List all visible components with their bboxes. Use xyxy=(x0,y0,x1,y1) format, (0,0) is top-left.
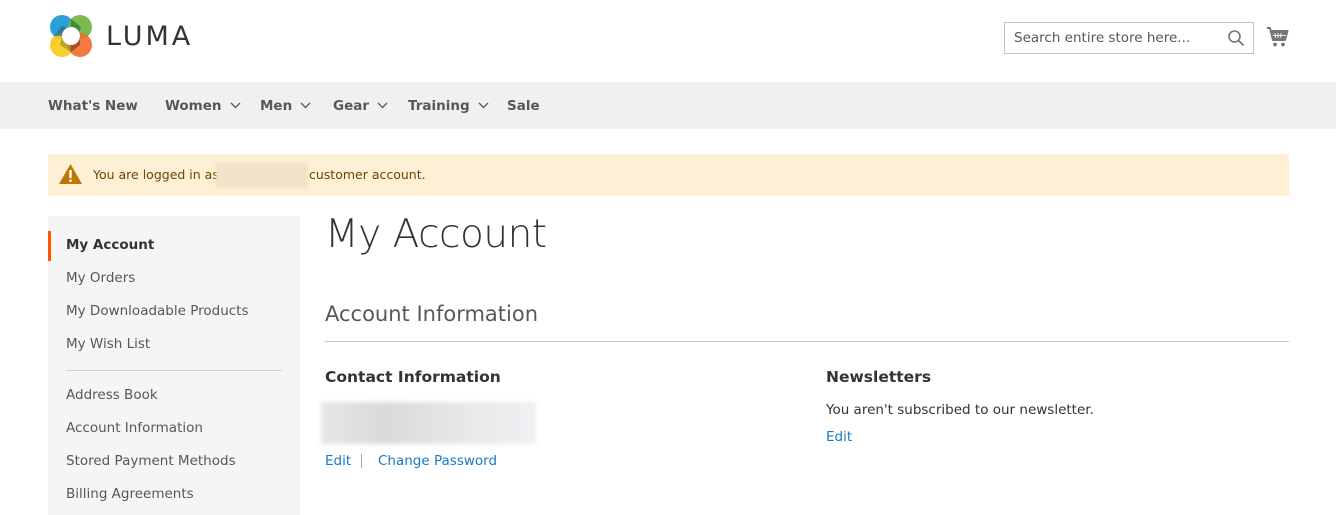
nav-item-label: Gear xyxy=(333,97,370,114)
chevron-down-icon xyxy=(300,102,311,109)
nav-item-sale[interactable]: Sale xyxy=(507,82,540,129)
account-information-heading: Account Information xyxy=(325,302,539,326)
redacted-customer-name xyxy=(216,162,308,188)
section-divider xyxy=(325,341,1289,342)
sidebar-item-billing-agreements[interactable]: Billing Agreements xyxy=(66,486,194,502)
search-input[interactable] xyxy=(1005,23,1215,53)
sidebar-item-my-downloadable-products[interactable]: My Downloadable Products xyxy=(66,303,249,319)
nav-item-training[interactable]: Training xyxy=(408,82,489,129)
nav-item-label: Men xyxy=(260,97,293,114)
edit-contact-link[interactable]: Edit xyxy=(325,453,351,469)
search-button[interactable] xyxy=(1227,29,1245,47)
link-separator xyxy=(361,454,362,468)
chevron-down-icon xyxy=(478,102,489,109)
contact-information-title: Contact Information xyxy=(325,368,501,386)
nav-item-men[interactable]: Men xyxy=(260,82,311,129)
sidebar-item-address-book[interactable]: Address Book xyxy=(66,387,158,403)
nav-item-women[interactable]: Women xyxy=(165,82,241,129)
nav-item-label: Sale xyxy=(507,97,540,114)
sidebar-divider xyxy=(66,370,282,371)
change-password-link[interactable]: Change Password xyxy=(378,453,497,469)
nav-item-label: Women xyxy=(165,97,222,114)
nav-item-label: Training xyxy=(408,97,470,114)
nav-item-label: What's New xyxy=(48,97,138,114)
nav-item-gear[interactable]: Gear xyxy=(333,82,388,129)
logo-text: LUMA xyxy=(106,20,194,52)
sidebar-item-my-orders[interactable]: My Orders xyxy=(66,270,135,286)
edit-newsletter-link[interactable]: Edit xyxy=(826,429,852,445)
search-box xyxy=(1004,22,1254,54)
message-text-suffix: customer account. xyxy=(309,167,426,182)
sidebar-item-my-wish-list[interactable]: My Wish List xyxy=(66,336,150,352)
account-sidebar-nav: My Account My Orders My Downloadable Pro… xyxy=(48,216,300,515)
sidebar-item-stored-payment-methods[interactable]: Stored Payment Methods xyxy=(66,453,236,469)
newsletter-status-text: You aren't subscribed to our newsletter. xyxy=(826,402,1094,418)
logged-in-as-message: You are logged in as customer account. xyxy=(48,154,1289,196)
store-logo[interactable]: LUMA xyxy=(48,13,193,59)
chevron-down-icon xyxy=(377,102,388,109)
luma-logo-icon xyxy=(50,15,92,57)
newsletters-title: Newsletters xyxy=(826,368,932,386)
redacted-contact-details xyxy=(321,402,536,444)
nav-item-whats-new[interactable]: What's New xyxy=(48,82,138,129)
page-title: My Account xyxy=(325,212,547,257)
message-text-prefix: You are logged in as xyxy=(93,167,219,182)
active-item-indicator xyxy=(48,231,51,261)
shopping-cart-icon xyxy=(1267,27,1289,47)
chevron-down-icon xyxy=(230,102,240,109)
main-navigation: What's New Women Men Gear Training Sale xyxy=(0,82,1336,129)
sidebar-item-my-account[interactable]: My Account xyxy=(66,237,154,253)
warning-icon xyxy=(59,164,82,184)
search-icon xyxy=(1228,30,1244,46)
page-header: LUMA xyxy=(0,0,1336,82)
minicart-button[interactable] xyxy=(1266,25,1290,49)
sidebar-item-account-information[interactable]: Account Information xyxy=(66,420,203,436)
